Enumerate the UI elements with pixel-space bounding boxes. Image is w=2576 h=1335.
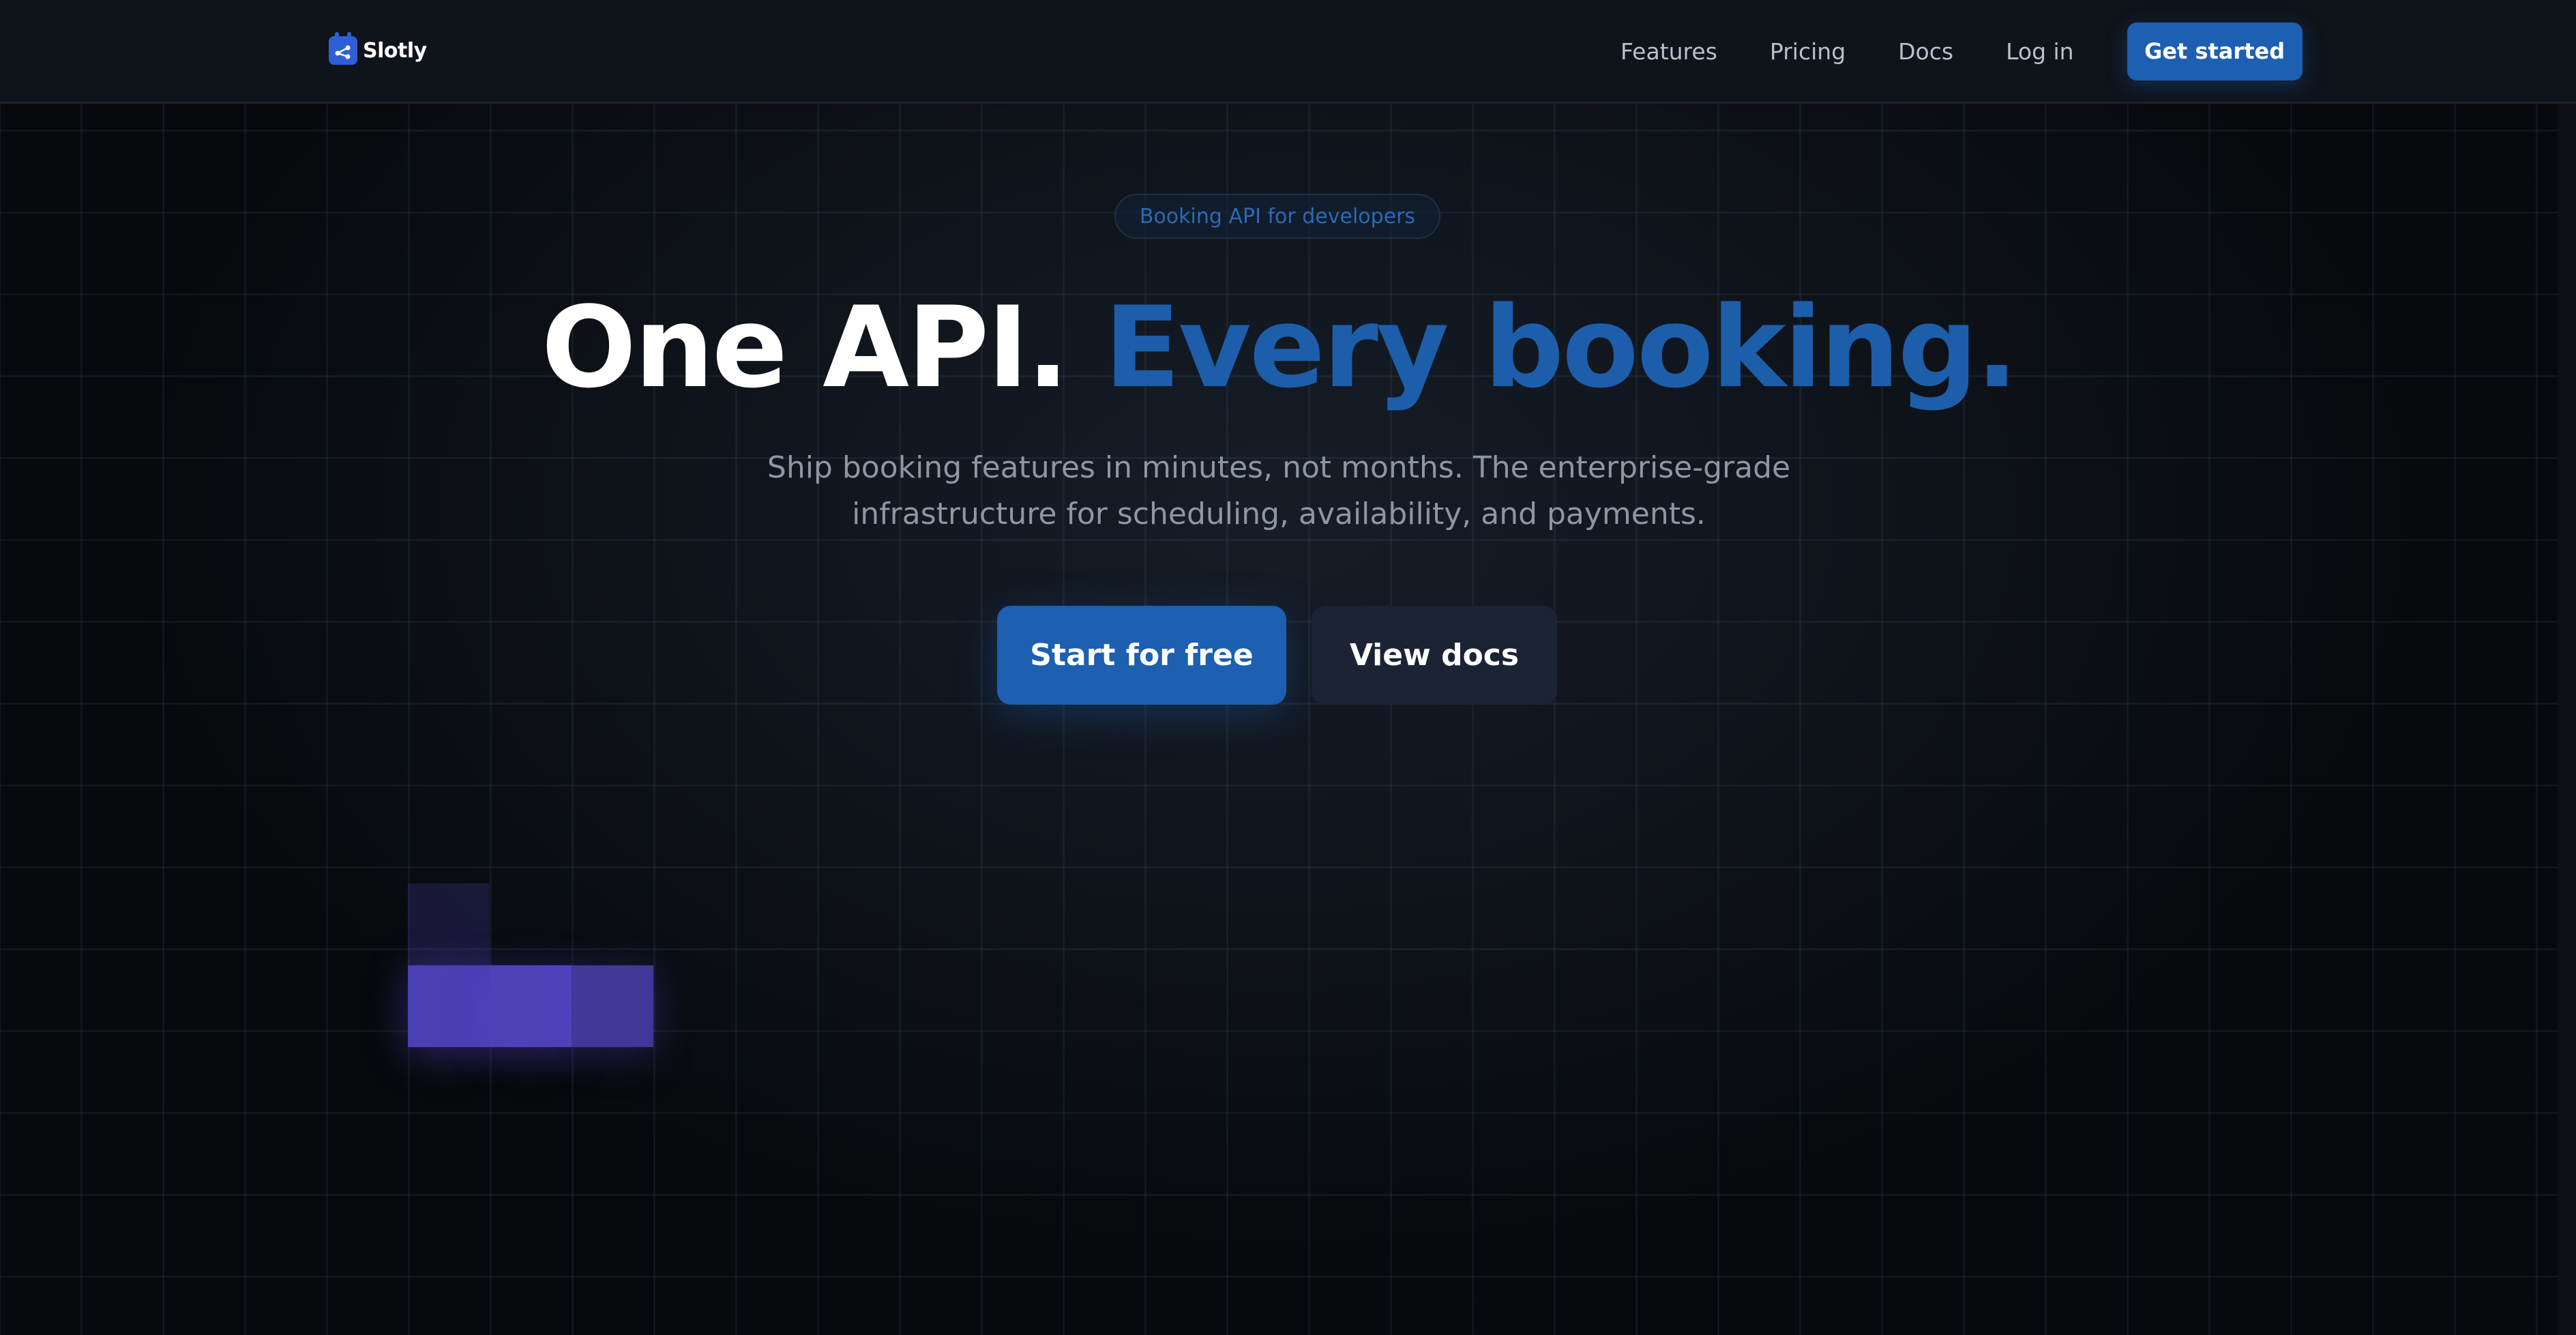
- brand-name: Slotly: [363, 38, 427, 63]
- brand-logo[interactable]: Slotly: [329, 32, 427, 67]
- hero-subtitle: Ship booking features in minutes, not mo…: [597, 445, 1961, 538]
- nav-link-features[interactable]: Features: [1620, 38, 1717, 65]
- calendar-share-icon: [329, 32, 357, 65]
- start-for-free-button[interactable]: Start for free: [997, 606, 1286, 705]
- grid-highlight-cell: [490, 965, 572, 1047]
- nav-links: Features Pricing Docs Log in Get started: [1620, 0, 2303, 102]
- grid-highlight-cell: [408, 965, 490, 1047]
- get-started-button[interactable]: Get started: [2127, 22, 2303, 80]
- view-docs-button[interactable]: View docs: [1312, 606, 1557, 705]
- top-navbar: Slotly Features Pricing Docs Log in Get …: [0, 0, 2576, 104]
- grid-highlight-cell: [408, 883, 490, 965]
- nav-link-docs[interactable]: Docs: [1898, 38, 1953, 65]
- grid-highlight-cell: [572, 965, 653, 1047]
- headline-part-1: One API.: [541, 282, 1069, 413]
- nav-link-pricing[interactable]: Pricing: [1770, 38, 1846, 65]
- nav-link-login[interactable]: Log in: [2006, 38, 2074, 65]
- hero-badge: Booking API for developers: [1114, 194, 1440, 239]
- subtitle-line-1: Ship booking features in minutes, not mo…: [767, 450, 1791, 485]
- hero-headline: One API. Every booking.: [0, 280, 2558, 416]
- subtitle-line-2: infrastructure for scheduling, availabil…: [852, 497, 1706, 531]
- headline-part-2: Every booking.: [1104, 282, 2019, 413]
- scrollbar-track[interactable]: [2558, 104, 2576, 1335]
